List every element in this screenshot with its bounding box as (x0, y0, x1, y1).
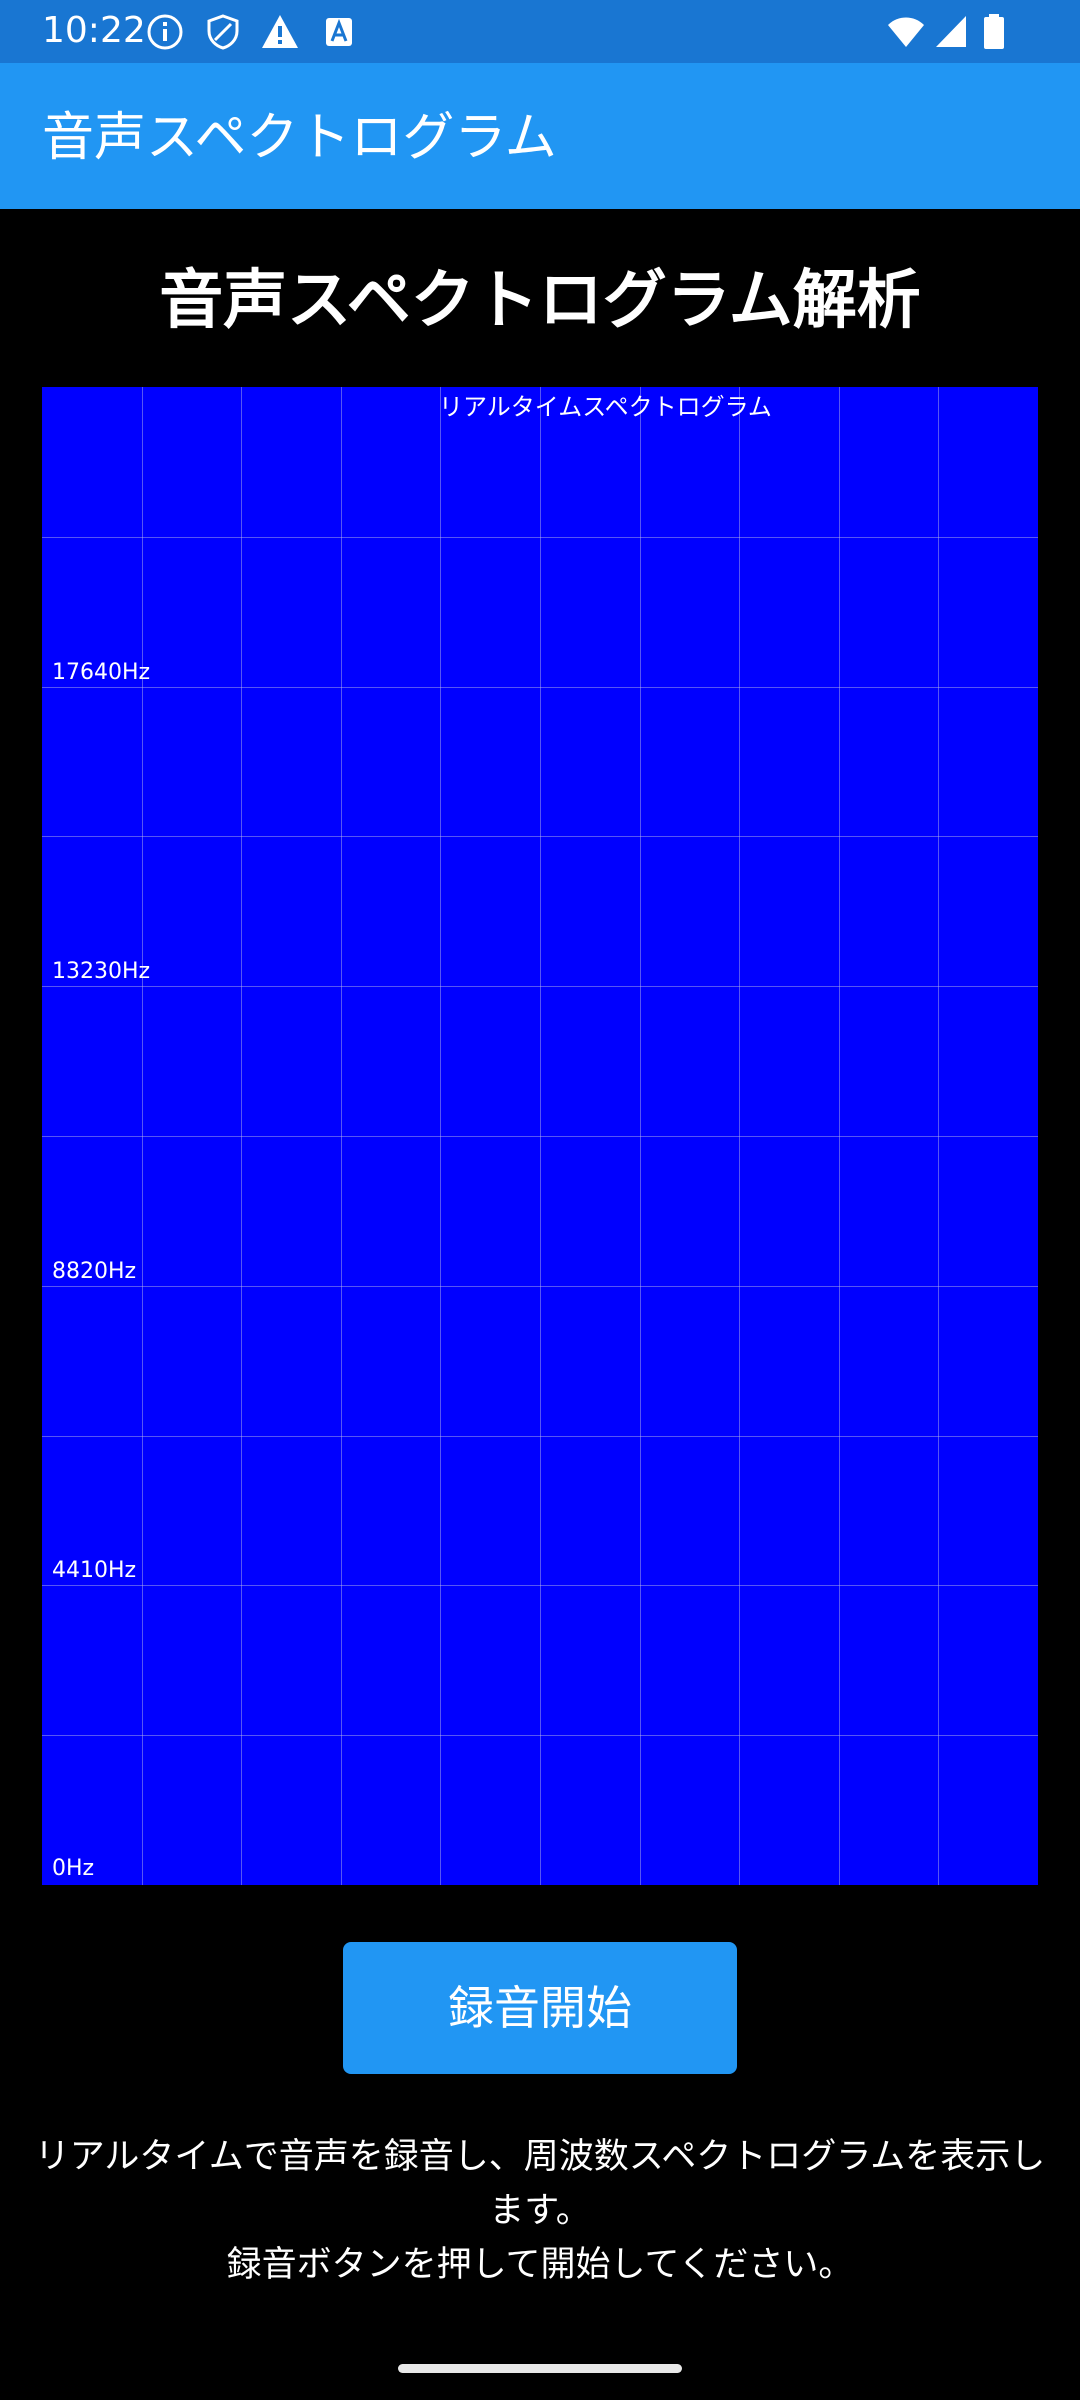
grid-line-horizontal (42, 986, 1038, 988)
battery-icon (982, 13, 1006, 55)
status-bar: 10:22 (0, 0, 1080, 63)
grid-line-horizontal (42, 836, 1038, 838)
instructions-text: リアルタイムで音声を録音し、周波数スペクトログラムを表示します。 録音ボタンを押… (30, 2130, 1050, 2292)
page-heading: 音声スペクトログラム解析 (159, 264, 921, 338)
shield-icon (204, 13, 242, 55)
home-gesture-bar[interactable] (398, 2364, 682, 2373)
text-accessibility-icon (322, 13, 358, 55)
status-time: 10:22 (42, 10, 146, 51)
instructions-line-1: リアルタイムで音声を録音し、周波数スペクトログラムを表示します。 (34, 2137, 1046, 2231)
freq-label-0: 0Hz (52, 1856, 95, 1881)
grid-line-horizontal (42, 686, 1038, 688)
record-start-button[interactable]: 録音開始 (343, 1942, 737, 2074)
grid-line-horizontal (42, 1285, 1038, 1287)
chart-title: リアルタイムスペクトログラム (439, 393, 772, 421)
freq-label-8820: 8820Hz (52, 1259, 137, 1284)
freq-label-13230: 13230Hz (52, 959, 151, 984)
instructions-line-2: 録音ボタンを押して開始してください。 (226, 2245, 854, 2285)
app-title: 音声スペクトログラム (42, 108, 557, 168)
grid-line-horizontal (42, 1435, 1038, 1437)
spectrogram-view: リアルタイムスペクトログラム 17640Hz 13230Hz 8820Hz 44… (42, 387, 1038, 1885)
wifi-icon (886, 13, 926, 55)
grid-line-horizontal (42, 536, 1038, 538)
grid-line-horizontal (42, 1136, 1038, 1137)
grid-line-horizontal (42, 1585, 1038, 1587)
freq-label-4410: 4410Hz (52, 1558, 137, 1583)
cellular-signal-icon (934, 13, 968, 55)
info-icon (146, 13, 184, 55)
grid-line-horizontal (42, 1735, 1038, 1737)
app-bar: 音声スペクトログラム (0, 63, 1080, 209)
freq-label-17640: 17640Hz (52, 660, 151, 685)
warning-icon (260, 13, 300, 55)
